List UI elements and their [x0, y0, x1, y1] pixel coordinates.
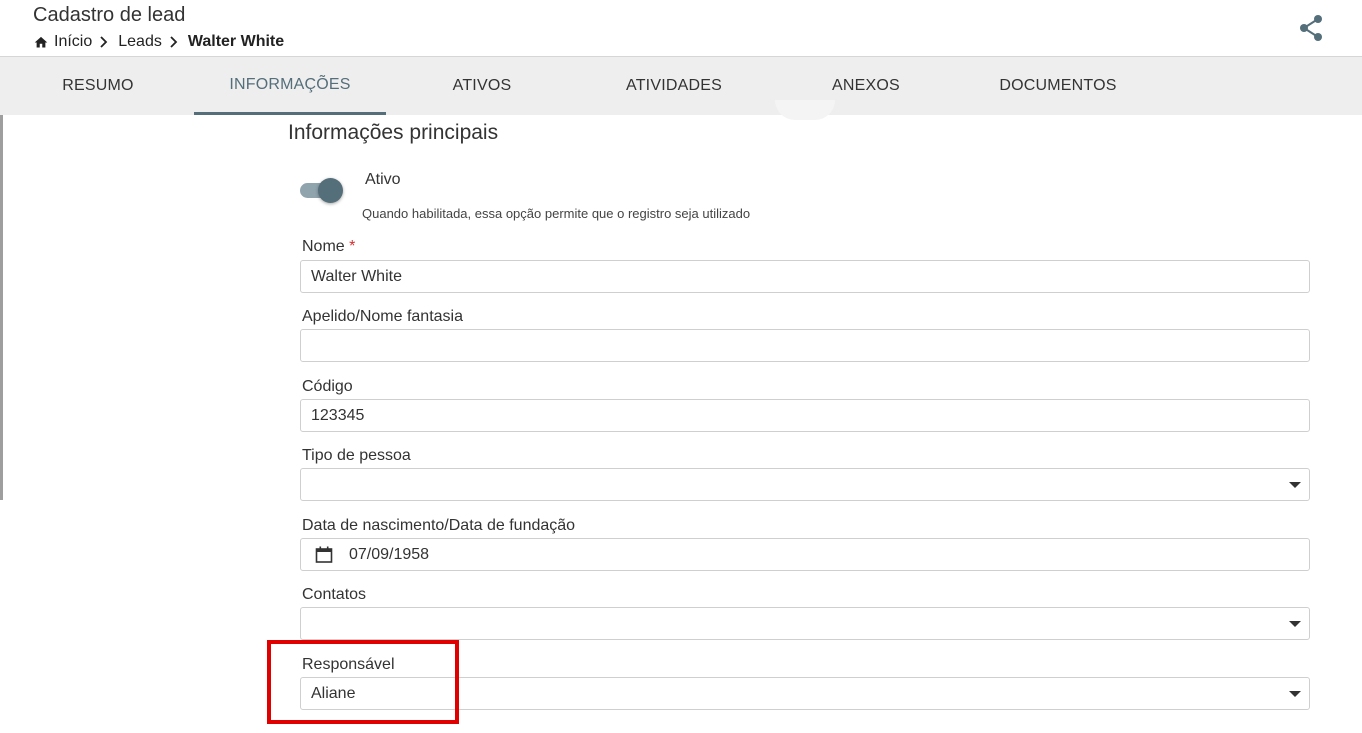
dropdown-arrow-icon[interactable] [1289, 621, 1301, 627]
tipo-pessoa-select[interactable] [300, 468, 1310, 501]
toggle-knob [318, 178, 343, 203]
highlight-box [267, 640, 459, 724]
tipo-pessoa-label: Tipo de pessoa [302, 447, 411, 464]
contatos-select[interactable] [300, 607, 1310, 640]
dropdown-arrow-icon[interactable] [1289, 482, 1301, 488]
active-toggle[interactable] [300, 178, 344, 204]
section-title: Informações principais [288, 121, 499, 144]
nome-input[interactable]: Walter White [300, 260, 1310, 293]
calendar-icon[interactable] [315, 546, 333, 564]
page-header: Cadastro de lead Início Leads Walter Whi… [0, 0, 1362, 57]
toggle-label: Ativo [365, 171, 401, 188]
tab-informacoes[interactable]: INFORMAÇÕES [194, 57, 386, 115]
breadcrumb: Início Leads Walter White [33, 33, 284, 51]
apelido-input[interactable] [300, 329, 1310, 362]
tab-resumo[interactable]: RESUMO [2, 57, 194, 115]
chevron-right-icon [100, 36, 108, 48]
nome-label: Nome * [302, 238, 355, 256]
data-nascimento-input[interactable]: 07/09/1958 [300, 538, 1310, 571]
data-nascimento-value: 07/09/1958 [349, 545, 430, 563]
apelido-label: Apelido/Nome fantasia [302, 308, 463, 325]
tab-ripple [775, 100, 835, 120]
breadcrumb-home[interactable]: Início [54, 33, 92, 51]
codigo-value: 123345 [311, 406, 365, 424]
toggle-hint: Quando habilitada, essa opção permite qu… [362, 206, 751, 221]
tab-ativos[interactable]: ATIVOS [386, 57, 578, 115]
contatos-label: Contatos [302, 586, 367, 603]
chevron-right-icon [170, 36, 178, 48]
required-mark: * [349, 238, 356, 255]
tab-documentos[interactable]: DOCUMENTOS [962, 57, 1154, 115]
tab-bar: RESUMO INFORMAÇÕES ATIVOS ATIVIDADES ANE… [0, 57, 1362, 115]
dropdown-arrow-icon[interactable] [1289, 691, 1301, 697]
nome-label-text: Nome [302, 238, 345, 255]
data-nascimento-label: Data de nascimento/Data de fundação [302, 517, 576, 534]
tab-atividades[interactable]: ATIVIDADES [578, 57, 770, 115]
home-icon[interactable] [33, 35, 49, 50]
codigo-input[interactable]: 123345 [300, 399, 1310, 432]
breadcrumb-leads[interactable]: Leads [118, 33, 162, 51]
breadcrumb-current: Walter White [187, 33, 285, 50]
nome-value: Walter White [311, 267, 402, 285]
page-title: Cadastro de lead [33, 4, 186, 26]
share-icon[interactable] [1298, 14, 1324, 42]
codigo-label: Código [302, 378, 353, 395]
